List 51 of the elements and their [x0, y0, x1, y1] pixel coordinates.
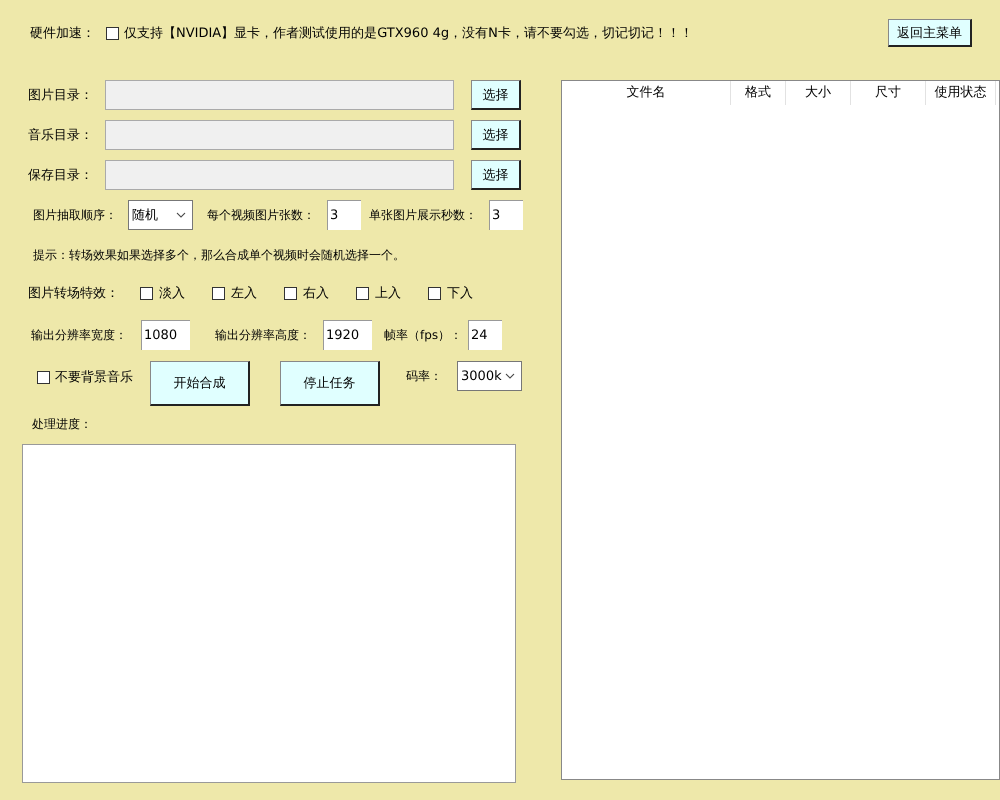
column-header[interactable]: 尺寸 — [850, 81, 926, 105]
hardware-accel-label: 硬件加速： — [30, 25, 96, 42]
checkbox[interactable] — [356, 286, 369, 300]
chevron-down-icon — [505, 373, 515, 379]
directory-label: 保存目录： — [28, 167, 94, 184]
fps-label: 帧率（fps）： — [384, 326, 464, 344]
checkbox-label: 上入 — [375, 285, 401, 302]
bitrate-dropdown[interactable]: 3000k — [457, 361, 522, 391]
directory-field[interactable] — [105, 120, 454, 150]
column-header[interactable]: 文件名 — [562, 81, 731, 105]
back-to-menu-button[interactable]: 返回主菜单 — [888, 19, 972, 47]
order-label: 图片抽取顺序： — [33, 206, 118, 224]
browse-button[interactable]: 选择 — [471, 80, 521, 110]
column-header[interactable]: 格式 — [730, 81, 786, 105]
checkbox-label: 不要背景音乐 — [55, 369, 133, 386]
order-dropdown[interactable]: 随机 — [128, 200, 193, 230]
checkbox[interactable] — [106, 26, 119, 40]
images-per-video-field[interactable]: 3 — [327, 200, 361, 230]
checkbox[interactable] — [140, 286, 153, 300]
browse-button[interactable]: 选择 — [471, 160, 521, 190]
output-height-label: 输出分辨率高度： — [215, 326, 312, 344]
chevron-down-icon — [176, 212, 186, 218]
checkbox-label: 右入 — [303, 285, 329, 302]
checkbox[interactable] — [37, 370, 50, 384]
directory-label: 图片目录： — [28, 87, 94, 104]
checkbox[interactable] — [284, 286, 297, 300]
checkbox-label: 仅支持【NVIDIA】显卡，作者测试使用的是GTX960 4g，没有N卡，请不要勾选，切记切记！！！ — [124, 25, 693, 42]
directory-field[interactable] — [105, 160, 454, 190]
directory-label: 音乐目录： — [28, 127, 94, 144]
checkbox-label: 左入 — [231, 285, 257, 302]
checkbox-label: 下入 — [447, 285, 473, 302]
progress-label: 处理进度： — [32, 416, 93, 432]
seconds-per-image-field[interactable]: 3 — [489, 200, 523, 230]
start-button[interactable]: 开始合成 — [150, 361, 250, 406]
directory-field[interactable] — [105, 80, 454, 110]
checkbox[interactable] — [428, 286, 441, 300]
stop-button[interactable]: 停止任务 — [280, 361, 380, 406]
fps-field[interactable]: 24 — [468, 320, 502, 350]
transition-effects-label: 图片转场特效： — [28, 285, 120, 302]
browse-button[interactable]: 选择 — [471, 120, 521, 150]
checkbox-label: 淡入 — [159, 285, 185, 302]
checkbox[interactable] — [212, 286, 225, 300]
output-width-field[interactable]: 1080 — [141, 320, 190, 350]
column-header[interactable]: 使用状态 — [926, 81, 996, 105]
images-per-video-label: 每个视频图片张数： — [207, 206, 316, 224]
bitrate-label: 码率： — [406, 368, 443, 385]
output-width-label: 输出分辨率宽度： — [31, 326, 128, 344]
seconds-per-image-label: 单张图片展示秒数： — [369, 206, 478, 224]
column-header[interactable]: 大小 — [786, 81, 851, 105]
hint-text: 提示：转场效果如果选择多个，那么合成单个视频时会随机选择一个。 — [33, 247, 406, 263]
output-height-field[interactable]: 1920 — [323, 320, 372, 350]
